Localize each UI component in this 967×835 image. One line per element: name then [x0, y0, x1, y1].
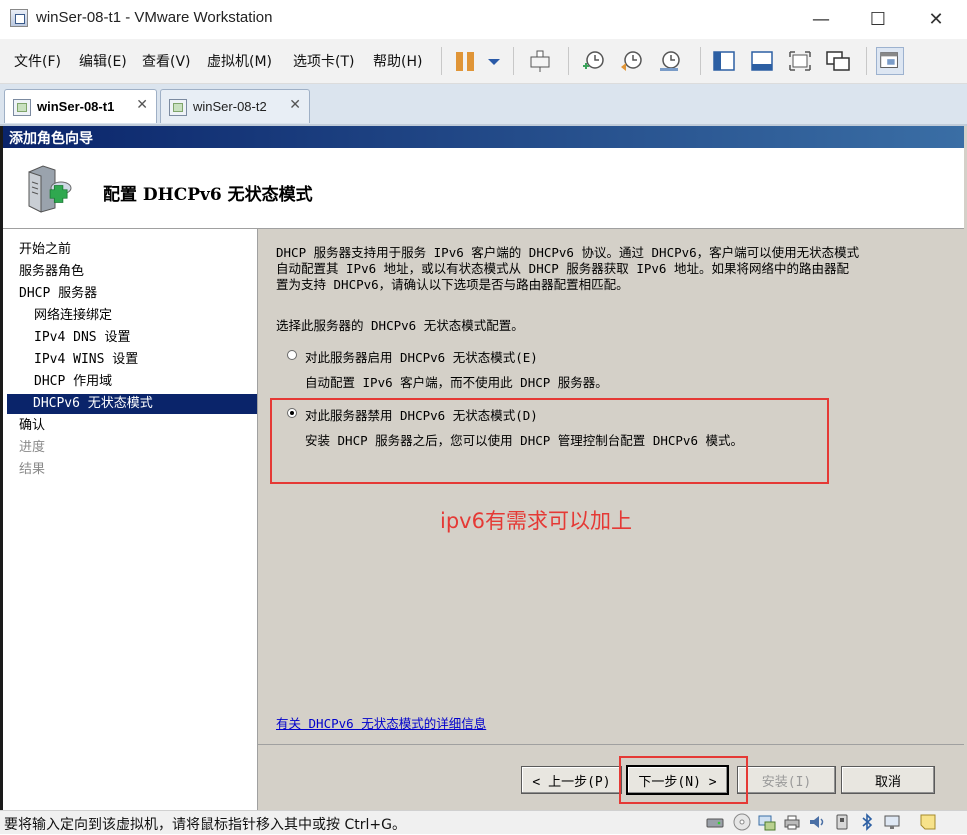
menu-file[interactable]: 文件(F): [14, 51, 61, 71]
wizard-nav: 开始之前 服务器角色 DHCP 服务器 网络连接绑定 IPv4 DNS 设置 I…: [3, 229, 258, 810]
minimize-button[interactable]: —: [795, 0, 847, 39]
prompt-text: 选择此服务器的 DHCPv6 无状态模式配置。: [276, 318, 524, 333]
fullscreen-icon[interactable]: [786, 47, 814, 75]
menu-help[interactable]: 帮助(H): [373, 51, 422, 71]
tab-winser-08-t2[interactable]: winSer-08-t2 ✕: [160, 89, 310, 123]
sound-icon[interactable]: [808, 813, 826, 831]
nav-dhcpv6-stateless[interactable]: DHCPv6 无状态模式: [7, 394, 257, 414]
bluetooth-icon[interactable]: [858, 813, 876, 831]
snapshot-manager-icon[interactable]: [656, 47, 684, 75]
menu-vm[interactable]: 虚拟机(M): [207, 51, 272, 71]
display-icon[interactable]: [883, 813, 901, 831]
toolbar-separator: [441, 47, 442, 75]
nav-before-you-begin[interactable]: 开始之前: [19, 239, 273, 260]
tab-label: winSer-08-t2: [193, 99, 267, 114]
tab-strip: winSer-08-t1 ✕ winSer-08-t2 ✕: [0, 84, 967, 126]
console-view-icon[interactable]: [876, 47, 904, 75]
wizard-content: DHCP 服务器支持用于服务 IPv6 客户端的 DHCPv6 协议。通过 DH…: [258, 229, 964, 744]
nav-confirmation[interactable]: 确认: [19, 415, 273, 436]
nav-results: 结果: [19, 462, 46, 477]
nav-progress: 进度: [19, 440, 46, 455]
menu-view[interactable]: 查看(V): [142, 51, 191, 71]
close-button[interactable]: ✕: [910, 0, 962, 39]
cancel-button[interactable]: 取消: [841, 766, 935, 794]
enable-stateless-radio[interactable]: [287, 350, 297, 360]
unity-icon[interactable]: [824, 47, 852, 75]
printer-icon[interactable]: [783, 813, 801, 831]
library-view-icon[interactable]: [710, 47, 738, 75]
install-button: 安装(I): [737, 766, 836, 794]
menu-edit[interactable]: 编辑(E): [79, 51, 127, 71]
menu-toolbar: 文件(F) 编辑(E) 查看(V) 虚拟机(M) 选项卡(T) 帮助(H): [0, 39, 967, 84]
network-adapter-icon[interactable]: [758, 813, 776, 831]
window-title: winSer-08-t1 - VMware Workstation: [36, 9, 273, 26]
status-bar: 要将输入定向到该虚拟机，请将鼠标指针移入其中或按 Ctrl+G。: [0, 810, 967, 834]
cd-dvd-icon[interactable]: [733, 813, 751, 831]
nav-network-binding[interactable]: 网络连接绑定: [34, 305, 288, 326]
maximize-button[interactable]: ☐: [852, 0, 904, 39]
close-tab-icon[interactable]: ✕: [136, 97, 148, 113]
next-highlight-box: [619, 756, 748, 804]
server-add-icon: [25, 162, 75, 214]
wizard-title-bar: 添加角色向导: [3, 126, 964, 148]
enable-stateless-label[interactable]: 对此服务器启用 DHCPv6 无状态模式(E): [305, 347, 538, 366]
tab-winser-08-t1[interactable]: winSer-08-t1 ✕: [4, 89, 157, 123]
send-ctrl-alt-del-icon[interactable]: [526, 47, 554, 75]
vm-icon: [169, 99, 187, 116]
vmware-app-icon: [10, 9, 28, 27]
close-tab-icon[interactable]: ✕: [289, 97, 301, 113]
pause-icon[interactable]: [452, 49, 480, 75]
option-highlight-box: [270, 398, 829, 484]
wizard-header: 配置 DHCPv6 无状态模式: [3, 148, 964, 229]
snapshot-revert-icon[interactable]: [618, 47, 646, 75]
toolbar-separator: [700, 47, 701, 75]
toolbar-separator: [866, 47, 867, 75]
nav-dhcp-server[interactable]: DHCP 服务器: [19, 283, 273, 304]
nav-server-roles[interactable]: 服务器角色: [19, 261, 273, 282]
wizard-window-title: 添加角色向导: [9, 131, 93, 147]
toolbar-separator: [568, 47, 569, 75]
message-icon[interactable]: [919, 813, 937, 831]
nav-dhcp-scope[interactable]: DHCP 作用域: [34, 371, 288, 392]
title-bar: winSer-08-t1 - VMware Workstation — ☐ ✕: [0, 0, 967, 39]
hard-disk-icon[interactable]: [706, 813, 724, 831]
wizard-heading: 配置 DHCPv6 无状态模式: [103, 185, 313, 205]
thumbnail-view-icon[interactable]: [748, 47, 776, 75]
nav-ipv4-wins[interactable]: IPv4 WINS 设置: [34, 349, 288, 370]
usb-icon[interactable]: [833, 813, 851, 831]
status-text: 要将输入定向到该虚拟机，请将鼠标指针移入其中或按 Ctrl+G。: [4, 817, 406, 833]
tab-label: winSer-08-t1: [37, 99, 115, 114]
toolbar-separator: [513, 47, 514, 75]
snapshot-take-icon[interactable]: [580, 47, 608, 75]
back-button[interactable]: < 上一步(P): [521, 766, 622, 794]
description-text: DHCP 服务器支持用于服务 IPv6 客户端的 DHCPv6 协议。通过 DH…: [276, 245, 860, 292]
vm-icon: [13, 99, 31, 116]
more-info-link[interactable]: 有关 DHCPv6 无状态模式的详细信息: [276, 713, 486, 732]
enable-stateless-desc: 自动配置 IPv6 客户端，而不使用此 DHCP 服务器。: [305, 375, 608, 390]
menu-tabs[interactable]: 选项卡(T): [293, 51, 354, 71]
nav-ipv4-dns[interactable]: IPv4 DNS 设置: [34, 327, 288, 348]
annotation-note: ipv6有需求可以加上: [440, 509, 632, 533]
dropdown-icon[interactable]: [480, 47, 508, 75]
